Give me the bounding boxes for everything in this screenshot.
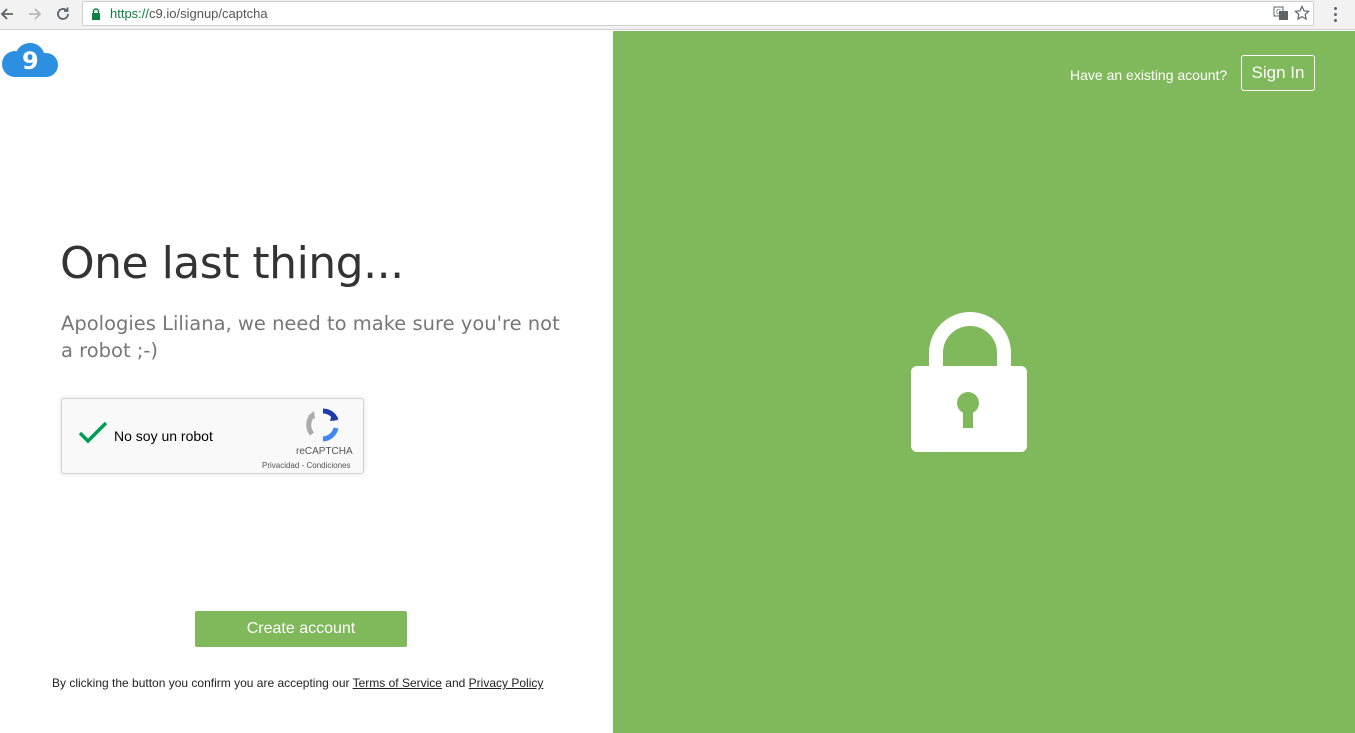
padlock-icon	[911, 312, 1027, 452]
recaptcha-links[interactable]: Privacidad - Condiciones	[262, 461, 351, 470]
reload-icon[interactable]	[52, 3, 74, 25]
create-account-button[interactable]: Create account	[195, 611, 407, 647]
url-text: https://c9.io/signup/captcha	[110, 6, 268, 21]
info-panel: Have an existing acount? Sign In	[613, 31, 1355, 733]
back-arrow-icon[interactable]	[0, 3, 18, 25]
page-subtitle: Apologies Liliana, we need to make sure …	[61, 312, 560, 362]
sign-in-button[interactable]: Sign In	[1241, 55, 1315, 91]
forward-arrow-icon[interactable]	[24, 3, 46, 25]
recaptcha-widget[interactable]: No soy un robot reCAPTCHA Privacidad - C…	[61, 398, 364, 474]
address-bar[interactable]: https://c9.io/signup/captcha G	[82, 1, 1314, 26]
lock-icon	[92, 8, 100, 20]
page-title: One last thing...	[60, 238, 404, 289]
terms-of-service-link[interactable]: Terms of Service	[353, 676, 442, 690]
recaptcha-logo-icon	[306, 408, 339, 442]
browser-toolbar: https://c9.io/signup/captcha G	[0, 0, 1355, 30]
privacy-policy-link[interactable]: Privacy Policy	[469, 676, 544, 690]
svg-text:9: 9	[22, 47, 39, 75]
star-icon[interactable]	[1294, 5, 1310, 21]
existing-account-prompt: Have an existing acount?	[1070, 67, 1228, 83]
translate-icon[interactable]: G	[1273, 5, 1289, 21]
svg-text:G: G	[1276, 8, 1281, 16]
recaptcha-brand: reCAPTCHA	[296, 446, 353, 457]
checkmark-icon[interactable]	[77, 420, 109, 446]
kebab-menu-icon[interactable]	[1326, 3, 1344, 25]
terms-notice: By clicking the button you confirm you a…	[52, 676, 544, 690]
cloud9-logo-icon[interactable]: 9	[1, 42, 59, 78]
captcha-label: No soy un robot	[114, 428, 213, 444]
signup-panel: 9 One last thing... Apologies Liliana, w…	[0, 31, 613, 733]
